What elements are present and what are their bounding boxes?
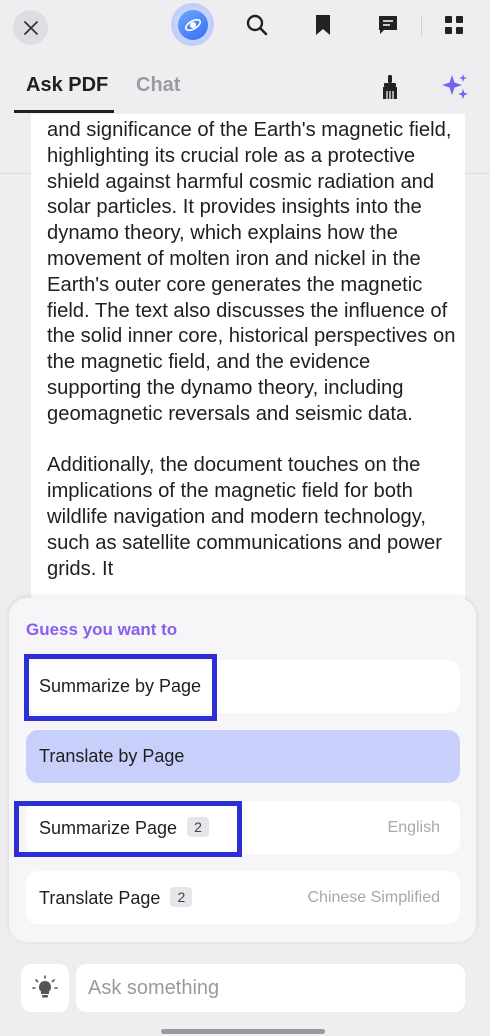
option-translate-by-page[interactable]: Translate by Page — [26, 730, 460, 783]
tab-chat[interactable]: Chat — [136, 74, 180, 97]
ai-assistant-icon — [177, 9, 208, 40]
tab-bar: Ask PDF Chat — [0, 60, 490, 174]
language-selector[interactable]: Chinese Simplified — [307, 889, 440, 907]
clear-chat-button[interactable] — [376, 72, 404, 102]
suggestions-title: Guess you want to — [26, 620, 178, 639]
sparkle-icon — [442, 74, 468, 99]
input-bar — [0, 952, 490, 1036]
search-button[interactable] — [244, 12, 270, 38]
toolbar-divider — [421, 16, 422, 36]
lightbulb-icon — [32, 975, 58, 998]
tab-ask-pdf[interactable]: Ask PDF — [14, 74, 114, 112]
comment-icon — [379, 16, 397, 34]
comment-button[interactable] — [375, 12, 401, 38]
ai-sparkle-button[interactable] — [440, 72, 470, 102]
ask-input[interactable] — [76, 964, 465, 1012]
grid-icon — [445, 16, 463, 34]
home-indicator[interactable] — [161, 1029, 325, 1034]
highlight-box — [24, 654, 217, 721]
close-button[interactable] — [13, 10, 48, 45]
answer-paragraph: Additionally, the document touches on th… — [47, 454, 442, 580]
answer-content: and significance of the Earth's magnetic… — [31, 114, 465, 614]
suggestions-panel: Guess you want to Summarize by Page Tran… — [9, 598, 476, 942]
active-tab-indicator — [14, 110, 114, 113]
broom-icon — [383, 75, 397, 99]
close-icon — [23, 20, 38, 35]
option-translate-page[interactable]: Translate Page 2 Chinese Simplified — [26, 871, 460, 924]
top-toolbar — [0, 0, 490, 54]
suggestions-toggle-button[interactable] — [21, 964, 69, 1012]
search-icon — [246, 14, 268, 36]
option-label: Translate Page 2 — [39, 887, 193, 909]
option-label: Translate by Page — [39, 746, 185, 766]
page-count-badge: 2 — [170, 887, 193, 907]
bookmark-icon — [316, 15, 330, 35]
more-apps-button[interactable] — [441, 12, 467, 38]
highlight-box — [14, 801, 242, 857]
answer-paragraph: and significance of the Earth's magnetic… — [47, 119, 456, 425]
answer-text: and significance of the Earth's magnetic… — [47, 118, 457, 608]
language-selector[interactable]: English — [388, 819, 440, 837]
bookmark-button[interactable] — [310, 12, 336, 38]
ai-assistant-button[interactable] — [171, 3, 214, 46]
option-label-text: Translate Page — [39, 888, 161, 908]
